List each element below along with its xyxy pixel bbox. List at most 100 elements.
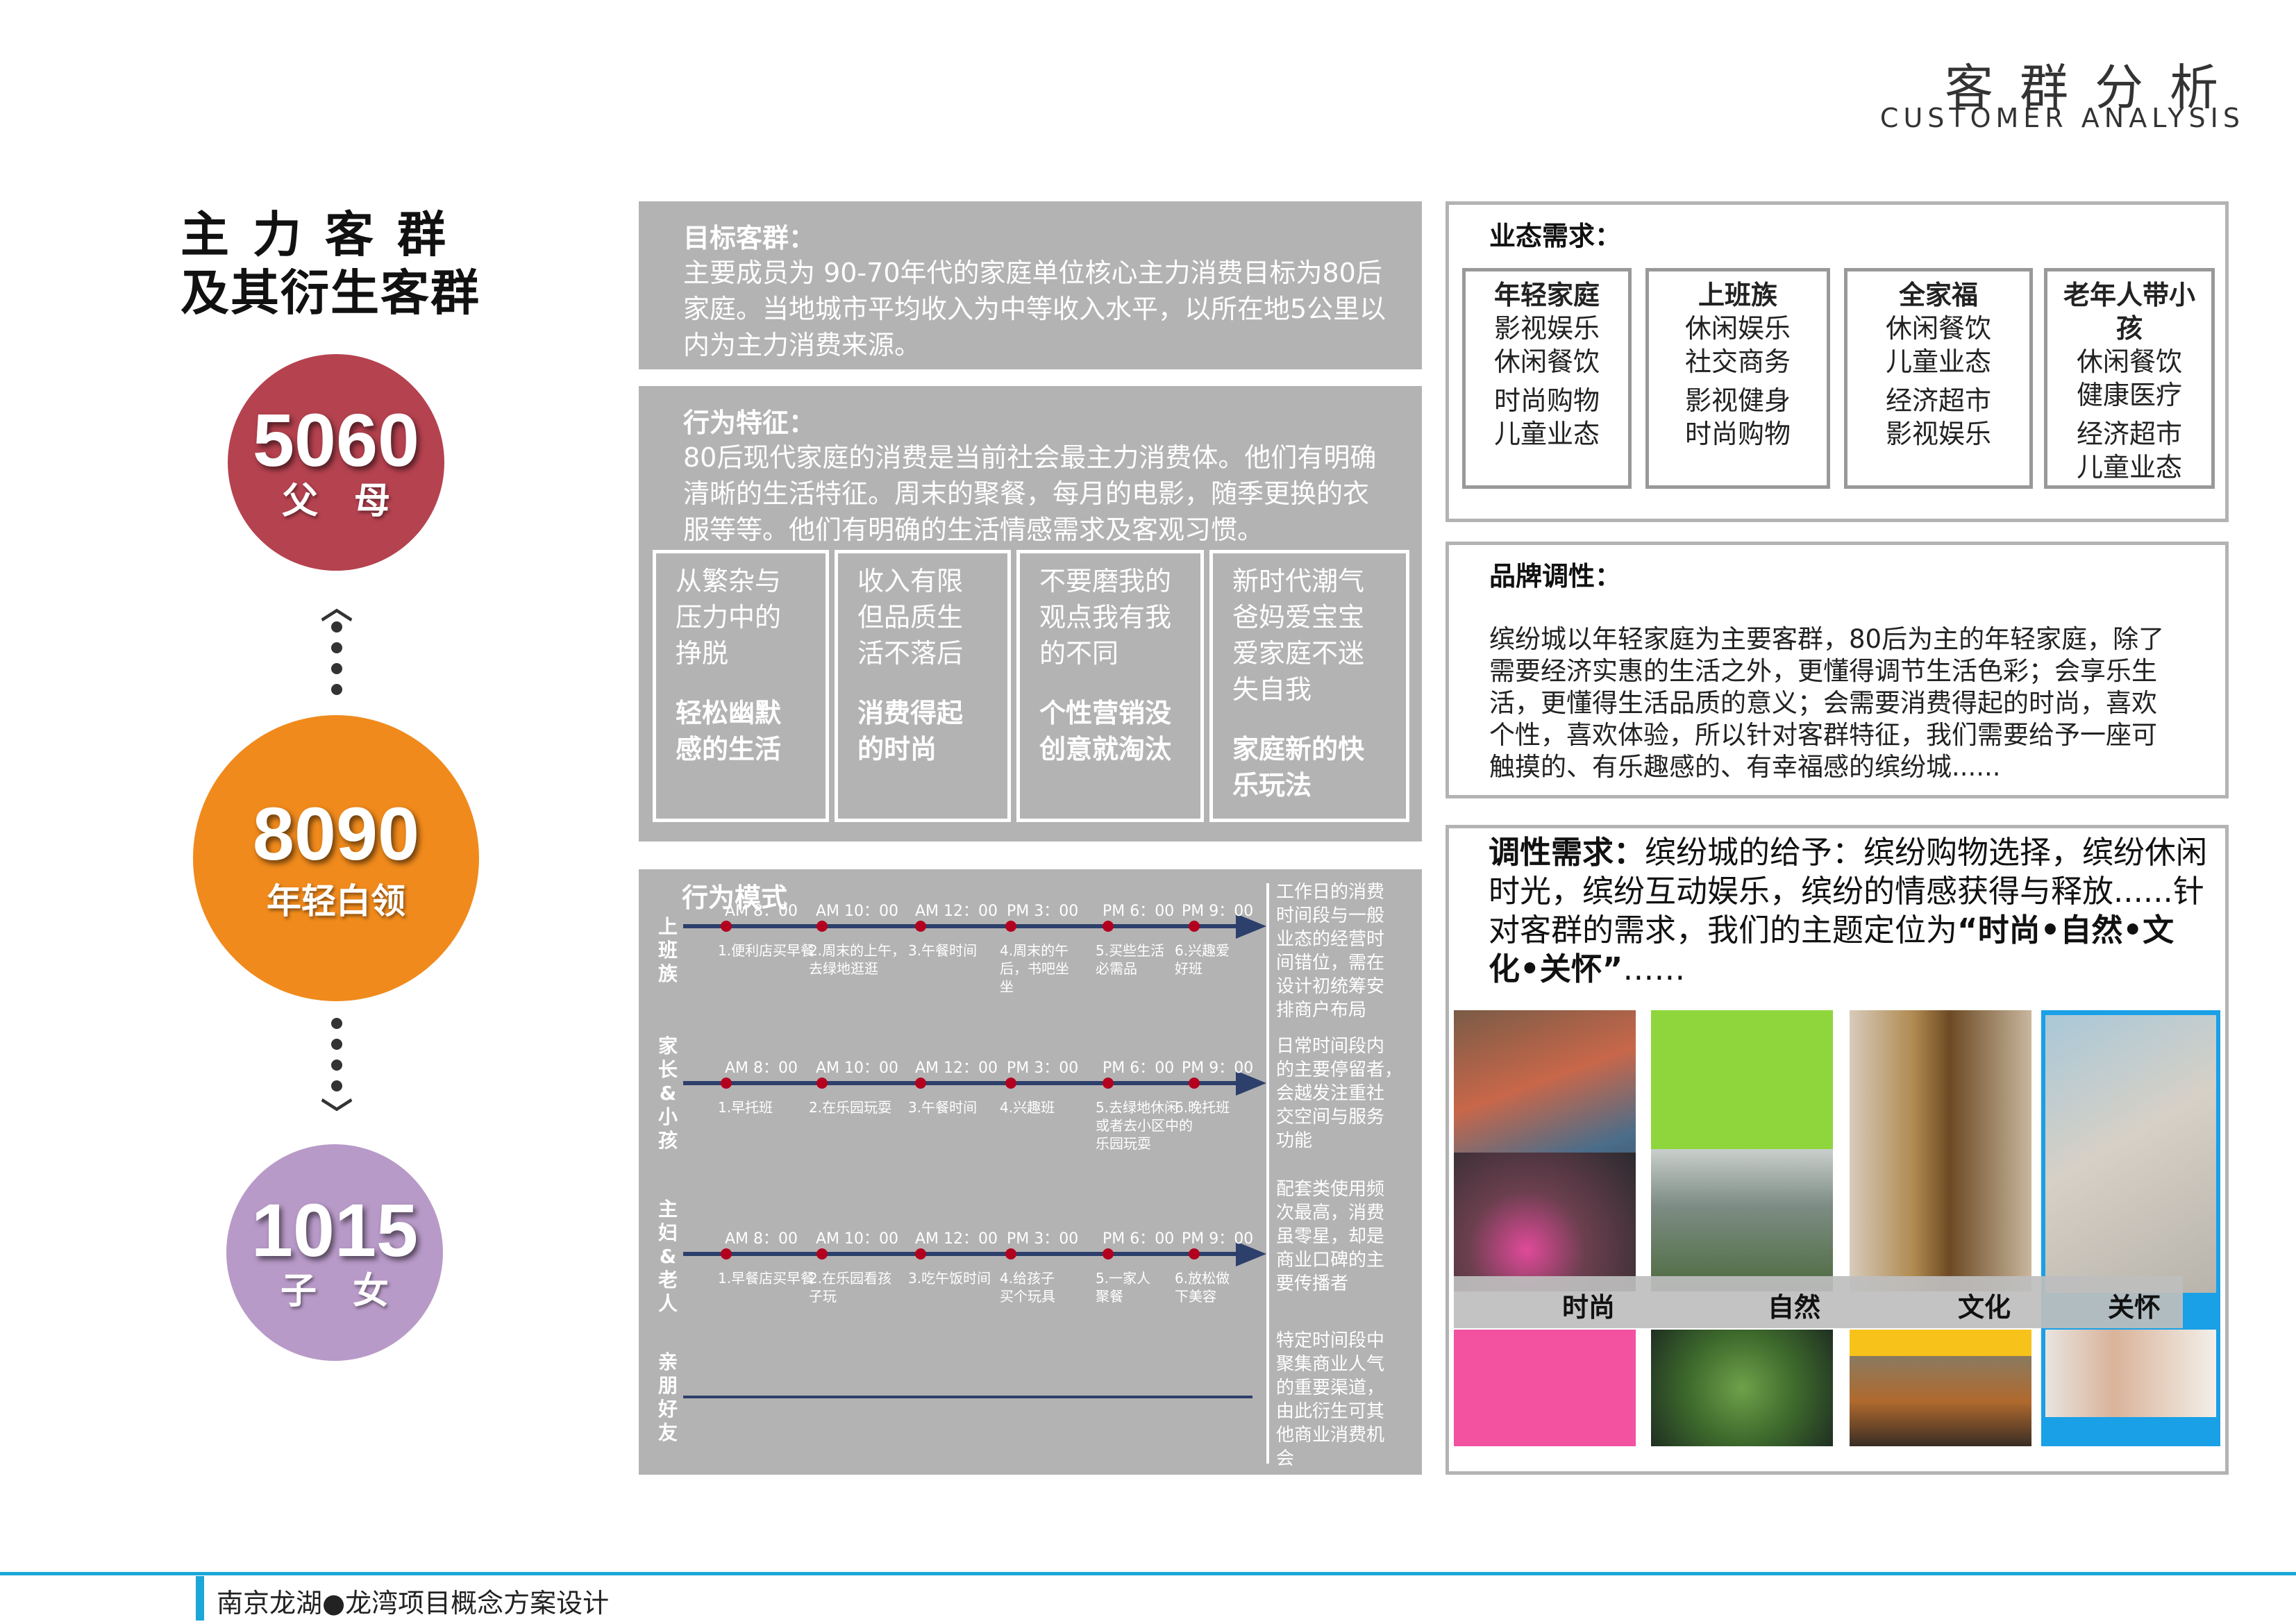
- timeline-marker: [1189, 921, 1200, 932]
- photo-care-top: [2045, 1015, 2216, 1293]
- format-card-item: 社交商务: [1684, 346, 1791, 377]
- chevron-up-icon: ︿: [321, 589, 353, 626]
- target-text: 主要成员为 90-70年代的家庭单位核心主力消费目标为80后 家庭。当地城市平均…: [683, 258, 1386, 360]
- behavior-title: 行为特征：: [683, 408, 816, 438]
- circle-children: 1015 子 女: [226, 1144, 443, 1361]
- tone-title: 调性需求：: [1489, 834, 1645, 871]
- timeline-time-label: AM 10：00: [816, 903, 899, 920]
- timeline-activity: 5.买些生活 必需品: [1096, 942, 1165, 977]
- format-card-item: 健康医疗: [2076, 380, 2182, 410]
- behavior-text: 80后现代家庭的消费是当前社会最主力消费体。他们有明确 清晰的生活特征。周末的聚…: [683, 442, 1377, 545]
- pattern-row-label: 亲 朋 好 友: [657, 1350, 678, 1444]
- timeline-axis: [683, 1081, 1239, 1085]
- format-card: 年轻家庭 影视娱乐 休闲餐饮 时尚购物 儿童业态: [1462, 268, 1632, 489]
- theme-label-nature: 自然: [1768, 1292, 1821, 1323]
- brand-text: 缤纷城以年轻家庭为主要客群，80后为主的年轻家庭，除了 需要经济实惠的生活之外，…: [1489, 624, 2165, 782]
- circle-children-number: 1015: [251, 1188, 419, 1273]
- timeline-marker: [721, 1078, 732, 1089]
- timeline-activity: 4.兴趣班: [1000, 1099, 1055, 1116]
- timeline-time-label: PM 9：00: [1182, 1230, 1254, 1248]
- format-card-item: 时尚购物: [1493, 385, 1600, 416]
- dotted-connector: [331, 1018, 342, 1101]
- timeline-marker: [1189, 1248, 1200, 1259]
- timeline-marker: [721, 1248, 732, 1259]
- photo-culture-bottom: [1850, 1356, 2031, 1446]
- timeline-activity: 2.在乐园看孩 子玩: [809, 1270, 892, 1305]
- color-block-yellow: [1850, 1330, 2031, 1356]
- timeline-marker: [915, 1078, 926, 1089]
- timeline-activity: 1.早餐店买早餐: [718, 1270, 815, 1287]
- pattern-note: 配套类使用频 次最高，消费 虽零星，却是 商业口碑的主 要传播者: [1276, 1179, 1385, 1294]
- format-card-item: 经济超市: [1885, 385, 1991, 416]
- format-card: 上班族 休闲娱乐 社交商务 影视健身 时尚购物: [1645, 268, 1830, 489]
- behavior-card: 不要磨我的 观点我有我 的不同 个性营销没 创意就淘汰: [1016, 550, 1204, 822]
- pattern-row-label: 上 班 族: [657, 915, 678, 985]
- timeline-activity: 3.吃午饭时间: [908, 1270, 991, 1287]
- format-card-item: 影视娱乐: [1493, 313, 1600, 344]
- format-demand-title: 业态需求：: [1489, 221, 1622, 251]
- timeline-time-label: AM 10：00: [816, 1230, 899, 1248]
- timeline-time-label: AM 12：00: [915, 1230, 998, 1248]
- timeline-time-label: AM 8：00: [725, 1230, 798, 1248]
- timeline-activity: 3.午餐时间: [908, 942, 978, 959]
- target-panel: 目标客群： 主要成员为 90-70年代的家庭单位核心主力消费目标为80后 家庭。…: [639, 201, 1422, 369]
- timeline-activity: 6.兴趣爱 好班: [1175, 942, 1230, 977]
- photo-fashion-mid: [1454, 1153, 1636, 1291]
- timeline-axis: [683, 1252, 1239, 1256]
- format-card-heading: 年轻家庭: [1493, 280, 1600, 310]
- brand-panel: 品牌调性： 缤纷城以年轻家庭为主要客群，80后为主的年轻家庭，除了 需要经济实惠…: [1446, 542, 2229, 798]
- behavior-card: 新时代潮气 爸妈爱宝宝 爱家庭不迷 失自我 家庭新的快 乐玩法: [1209, 550, 1409, 822]
- timeline-marker: [721, 921, 732, 932]
- color-block-green: [1651, 1010, 1833, 1149]
- color-block-pink: [1454, 1330, 1636, 1446]
- format-card-item: 影视娱乐: [1885, 419, 1991, 449]
- timeline-marker: [1103, 921, 1114, 932]
- timeline-marker: [816, 921, 828, 932]
- behavior-card: 从繁杂与 压力中的 挣脱 轻松幽默 感的生活: [653, 550, 829, 822]
- timeline-marker: [915, 921, 926, 932]
- circle-young-white-collar: 8090 年轻白领: [193, 715, 479, 1001]
- timeline-activity: 3.午餐时间: [908, 1099, 978, 1116]
- footer-line: [0, 1572, 2296, 1575]
- theme-label-care: 关怀: [2108, 1292, 2161, 1323]
- timeline-axis: [683, 1396, 1252, 1398]
- format-card-item: 儿童业态: [1885, 346, 1991, 377]
- timeline-activity: 6.晚托班: [1175, 1099, 1230, 1116]
- brand-title: 品牌调性：: [1489, 561, 1622, 592]
- pattern-row-label: 家 长 & 小 孩: [657, 1035, 678, 1152]
- format-card-item: 儿童业态: [2076, 452, 2182, 483]
- format-card-item: 休闲娱乐: [1684, 313, 1791, 344]
- timeline-activity: 5.一家人 聚餐: [1096, 1270, 1151, 1305]
- format-card-item: 休闲餐饮: [1885, 313, 1991, 344]
- circle-young-number: 8090: [252, 791, 420, 876]
- pattern-note: 工作日的消费 时间段与一般 业态的经营时 间错位，需在 设计初统筹安 排商户布局: [1276, 882, 1385, 1021]
- timeline-marker: [816, 1078, 828, 1089]
- timeline-time-label: AM 8：00: [725, 903, 798, 920]
- timeline-marker: [1103, 1248, 1114, 1259]
- timeline-marker: [816, 1248, 828, 1259]
- format-card-heading: 全家福: [1898, 280, 1978, 310]
- timeline-time-label: AM 8：00: [725, 1060, 798, 1077]
- timeline-time-label: PM 3：00: [1007, 903, 1079, 920]
- timeline-activity: 6.放松做 下美容: [1175, 1270, 1230, 1305]
- timeline-time-label: PM 9：00: [1182, 903, 1254, 920]
- format-card-item: 时尚购物: [1684, 419, 1791, 449]
- pattern-row-label: 主 妇 & 老 人: [657, 1198, 678, 1315]
- circle-parents-label: 父 母: [281, 480, 390, 523]
- dotted-connector: [331, 621, 342, 705]
- timeline-activity: 2.周末的上午， 去绿地逛逛: [809, 942, 906, 977]
- timeline-time-label: PM 6：00: [1103, 903, 1175, 920]
- theme-label-culture: 文化: [1958, 1292, 2011, 1323]
- circle-children-label: 子 女: [280, 1271, 389, 1313]
- format-card-heading: 老年人带小 孩: [2063, 280, 2195, 344]
- timeline-time-label: PM 3：00: [1007, 1230, 1079, 1248]
- circle-young-label: 年轻白领: [267, 880, 405, 921]
- timeline-time-label: PM 6：00: [1103, 1230, 1175, 1248]
- photo-nature-bottom: [1651, 1330, 1833, 1446]
- page-subtitle: CUSTOMER ANALYSIS: [1879, 103, 2245, 133]
- timeline-time-label: AM 10：00: [816, 1060, 899, 1077]
- footer-text: 南京龙湖●龙湾项目概念方案设计: [217, 1588, 610, 1618]
- timeline-axis: [683, 924, 1239, 928]
- photo-nature-mid: [1651, 1149, 1833, 1291]
- pattern-divider: [1266, 883, 1269, 1464]
